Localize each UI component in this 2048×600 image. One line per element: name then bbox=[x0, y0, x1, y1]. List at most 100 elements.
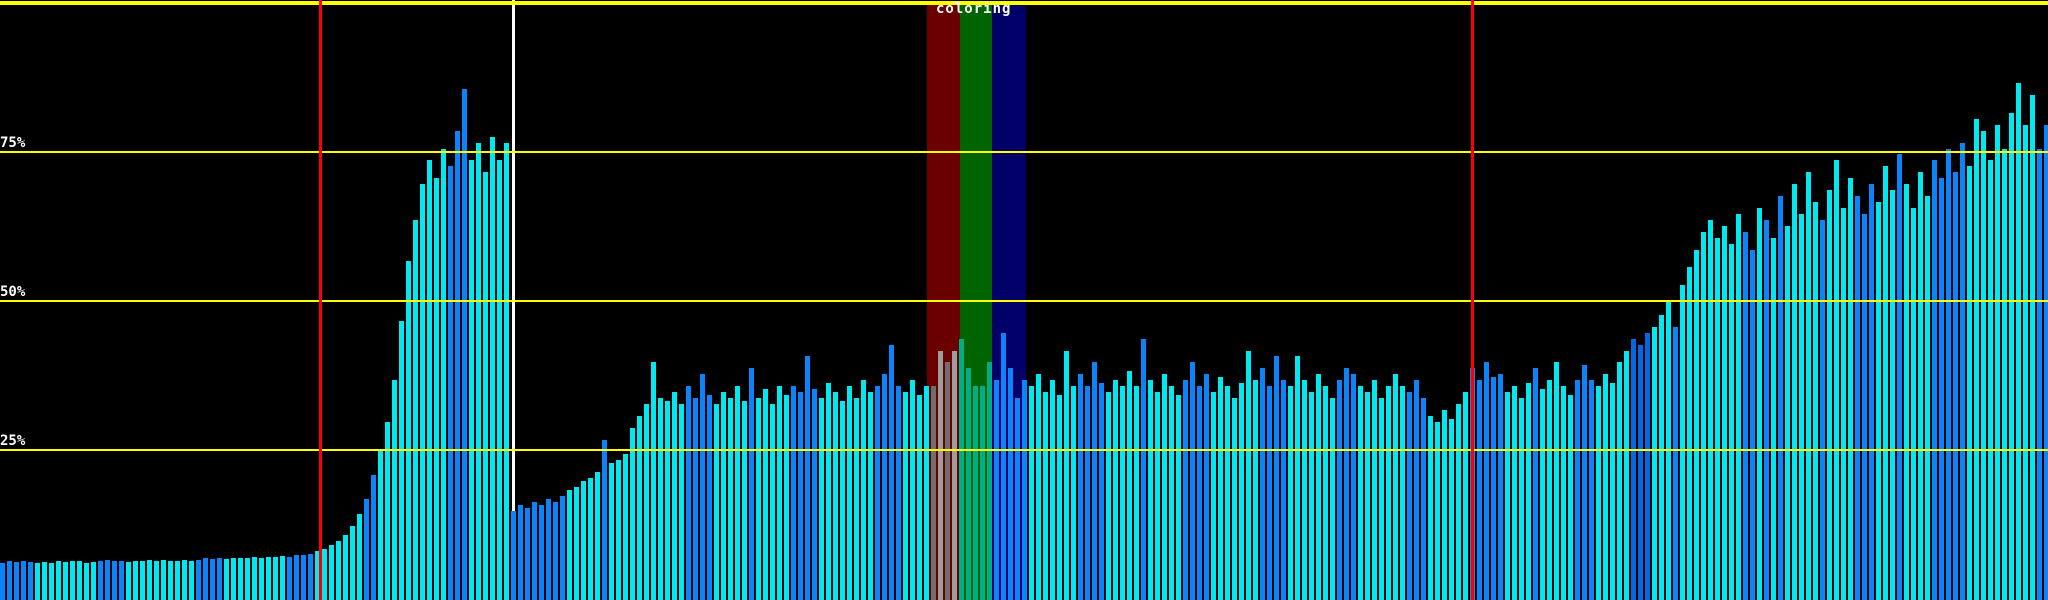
bar bbox=[1547, 380, 1552, 600]
bar bbox=[1582, 365, 1587, 600]
bar bbox=[1568, 395, 1573, 600]
bar bbox=[336, 541, 341, 600]
bar bbox=[1148, 380, 1153, 600]
bar bbox=[154, 561, 159, 600]
bar bbox=[84, 563, 89, 600]
bar bbox=[917, 395, 922, 600]
bar bbox=[987, 362, 992, 600]
bar bbox=[1330, 398, 1335, 600]
bar bbox=[735, 386, 740, 600]
bar bbox=[511, 511, 516, 600]
bar bbox=[1953, 172, 1958, 600]
bar bbox=[574, 487, 579, 600]
bar bbox=[1932, 160, 1937, 600]
bar bbox=[728, 398, 733, 600]
bar bbox=[1351, 374, 1356, 600]
bar bbox=[623, 454, 628, 600]
bar bbox=[175, 561, 180, 600]
gridline-50 bbox=[0, 300, 2048, 302]
bar bbox=[1421, 398, 1426, 600]
bar bbox=[112, 561, 117, 600]
bar bbox=[392, 380, 397, 600]
bar bbox=[1659, 315, 1664, 600]
bar bbox=[476, 143, 481, 600]
bar bbox=[1057, 395, 1062, 600]
bar bbox=[1827, 190, 1832, 600]
bar bbox=[469, 160, 474, 600]
bar bbox=[1736, 214, 1741, 600]
bar bbox=[1379, 398, 1384, 600]
bar bbox=[1211, 392, 1216, 600]
bar bbox=[861, 380, 866, 600]
bar bbox=[7, 561, 12, 600]
bar bbox=[742, 401, 747, 600]
bar bbox=[1281, 380, 1286, 600]
bar bbox=[847, 386, 852, 600]
bar bbox=[504, 143, 509, 600]
bar bbox=[1862, 214, 1867, 600]
bar bbox=[805, 356, 810, 600]
bar bbox=[1596, 386, 1601, 600]
bar bbox=[77, 561, 82, 600]
bar bbox=[1288, 386, 1293, 600]
bar bbox=[1456, 404, 1461, 600]
bar bbox=[959, 339, 964, 600]
bar bbox=[399, 321, 404, 600]
bar bbox=[938, 351, 943, 600]
bar bbox=[749, 368, 754, 600]
bar bbox=[1652, 327, 1657, 600]
bar bbox=[1960, 143, 1965, 600]
bar bbox=[161, 560, 166, 600]
bar bbox=[651, 362, 656, 600]
bar bbox=[1036, 374, 1041, 600]
bar bbox=[721, 392, 726, 600]
bar bbox=[1414, 380, 1419, 600]
bar bbox=[791, 386, 796, 600]
bar bbox=[259, 558, 264, 600]
bar bbox=[420, 184, 425, 600]
bar bbox=[224, 559, 229, 600]
bar bbox=[1169, 386, 1174, 600]
bar bbox=[238, 558, 243, 600]
bar bbox=[980, 386, 985, 600]
bar bbox=[2044, 125, 2048, 600]
bar bbox=[2037, 149, 2042, 600]
bar bbox=[1876, 202, 1881, 600]
bar bbox=[1855, 196, 1860, 600]
bar bbox=[105, 560, 110, 600]
bar bbox=[763, 389, 768, 600]
bar bbox=[966, 368, 971, 600]
bar bbox=[1799, 214, 1804, 600]
bar bbox=[1001, 333, 1006, 600]
bar bbox=[1428, 416, 1433, 600]
bar bbox=[1029, 386, 1034, 600]
bar bbox=[1218, 377, 1223, 600]
bar bbox=[1631, 339, 1636, 600]
bar bbox=[266, 557, 271, 600]
bar bbox=[1232, 398, 1237, 600]
bar bbox=[1911, 208, 1916, 600]
bar bbox=[630, 428, 635, 600]
bar bbox=[1694, 250, 1699, 600]
bar bbox=[1015, 398, 1020, 600]
bar bbox=[1722, 226, 1727, 600]
bar bbox=[1554, 362, 1559, 600]
bar-chart-canvas: 75% 50% 25% coloring bbox=[0, 0, 2048, 600]
bar bbox=[245, 558, 250, 600]
bar bbox=[518, 505, 523, 600]
bar bbox=[462, 89, 467, 600]
bar bbox=[1099, 383, 1104, 600]
bar bbox=[56, 561, 61, 600]
bar bbox=[1841, 208, 1846, 600]
bar bbox=[770, 404, 775, 600]
bar bbox=[1687, 267, 1692, 600]
bar bbox=[1778, 196, 1783, 600]
bar bbox=[1792, 184, 1797, 600]
bar bbox=[581, 481, 586, 600]
bar bbox=[364, 499, 369, 600]
bar bbox=[70, 561, 75, 600]
bar bbox=[1610, 383, 1615, 600]
bar bbox=[147, 560, 152, 600]
bar bbox=[1946, 149, 1951, 600]
bar bbox=[1988, 160, 1993, 600]
